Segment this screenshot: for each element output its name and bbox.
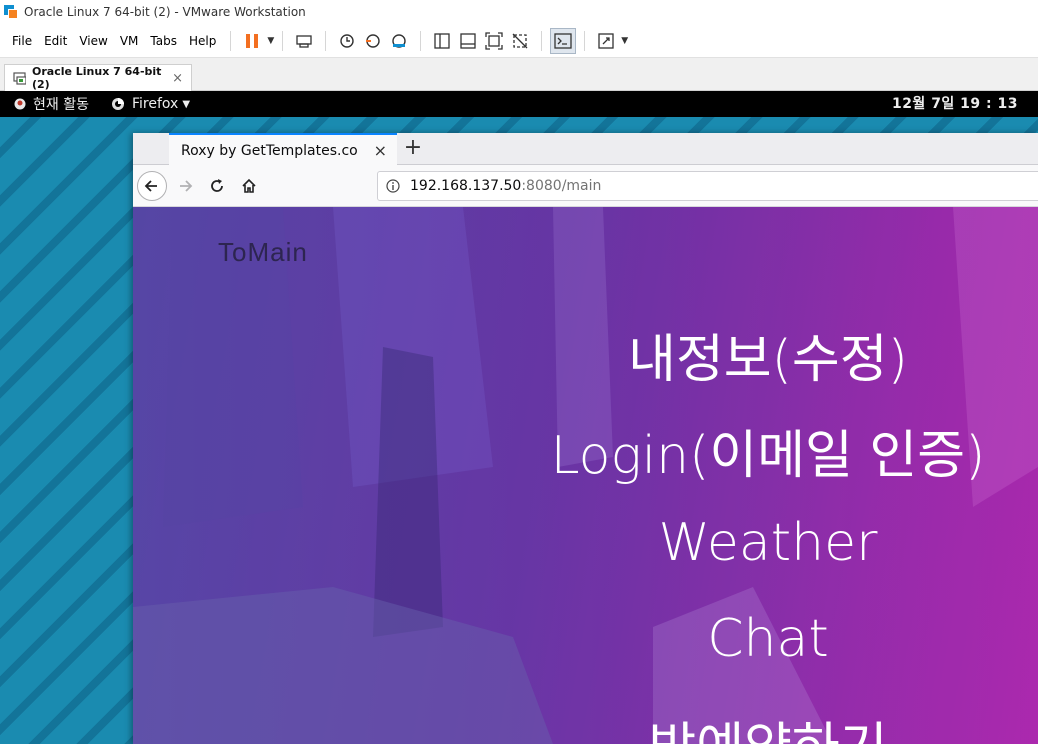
clock[interactable]: 12월 7일 19 : 13	[892, 91, 1018, 117]
info-icon[interactable]	[386, 179, 400, 193]
activities-label: 현재 활동	[33, 97, 89, 113]
revert-icon	[366, 33, 380, 48]
back-arrow-icon	[144, 180, 157, 192]
toolbar-divider	[325, 30, 327, 51]
activities-button[interactable]: 현재 활동	[0, 94, 89, 114]
nav-link-my-info[interactable]: 내정보(수정)	[433, 317, 1038, 392]
pause-button[interactable]	[239, 28, 265, 54]
firefox-icon	[111, 98, 124, 110]
console-view-button[interactable]	[550, 27, 577, 54]
snapshot-manager-button[interactable]	[386, 28, 412, 54]
firefox-window: Roxy by GetTemplates.co × + 192.168.137.…	[133, 133, 1038, 744]
thumbnail-panel-icon	[460, 32, 476, 49]
vmware-menubar: File Edit View VM Tabs Help ▼ ▼	[0, 24, 1038, 58]
menu-vm[interactable]: VM	[114, 34, 145, 48]
stretch-icon	[598, 32, 614, 49]
menu-help[interactable]: Help	[183, 34, 222, 48]
library-panel-icon	[434, 32, 450, 49]
snapshot-manager-icon	[392, 33, 406, 48]
window-title: Oracle Linux 7 64-bit (2) - VMware Works…	[24, 5, 306, 19]
nav-link-room-booking[interactable]: 방예약하기	[433, 705, 1038, 744]
toolbar-divider	[282, 30, 284, 51]
fullscreen-icon	[485, 31, 503, 50]
nav-link-login[interactable]: Login(이메일 인증)	[433, 413, 1038, 488]
vm-tab-label: Oracle Linux 7 64-bit (2)	[32, 65, 162, 91]
brand-link[interactable]: ToMain	[218, 237, 308, 268]
stretch-guest-button[interactable]	[593, 28, 619, 54]
activities-icon	[14, 98, 26, 110]
home-button[interactable]	[234, 171, 264, 201]
snapshot-clock-icon	[340, 33, 354, 48]
send-ctrl-alt-del-button[interactable]	[291, 28, 317, 54]
vm-tab-strip: Oracle Linux 7 64-bit (2) ×	[0, 58, 1038, 91]
forward-arrow-icon	[180, 180, 193, 192]
firefox-tab[interactable]: Roxy by GetTemplates.co ×	[169, 133, 397, 166]
tab-close-icon[interactable]: ×	[374, 141, 387, 160]
nav-link-chat[interactable]: Chat	[433, 609, 1038, 669]
unity-icon	[512, 33, 528, 48]
gnome-top-bar: 현재 활동 Firefox ▼ 12월 7일 19 : 13	[0, 91, 1038, 117]
nav-link-weather[interactable]: Weather	[433, 513, 1038, 573]
back-button[interactable]	[137, 171, 167, 201]
menu-edit[interactable]: Edit	[38, 34, 73, 48]
toolbar-divider	[541, 30, 543, 51]
reload-icon	[211, 179, 223, 192]
console-icon	[554, 32, 572, 49]
url-bar[interactable]: 192.168.137.50:8080/main	[377, 171, 1038, 201]
full-screen-button[interactable]	[481, 28, 507, 54]
power-dropdown-icon[interactable]: ▼	[267, 36, 274, 46]
vm-tab[interactable]: Oracle Linux 7 64-bit (2) ×	[4, 64, 192, 91]
reload-button[interactable]	[202, 171, 232, 201]
vm-tab-close-icon[interactable]: ×	[172, 71, 183, 86]
firefox-tab-bar: Roxy by GetTemplates.co × +	[133, 133, 1038, 166]
thumbnail-bar-button[interactable]	[455, 28, 481, 54]
new-tab-button[interactable]: +	[401, 137, 425, 161]
menu-tabs[interactable]: Tabs	[144, 34, 183, 48]
firefox-nav-bar: 192.168.137.50:8080/main	[133, 165, 1038, 207]
menu-view[interactable]: View	[73, 34, 113, 48]
pause-icon	[246, 33, 259, 48]
toolbar-divider	[584, 30, 586, 51]
unity-button[interactable]	[507, 28, 533, 54]
url-host: 192.168.137.50	[410, 178, 522, 194]
app-menu-dropdown-icon: ▼	[182, 98, 191, 110]
vm-icon	[13, 72, 26, 85]
page-hero: ToMain 내정보(수정) Login(이메일 인증) Weather Cha…	[133, 207, 1038, 744]
home-icon	[242, 178, 256, 193]
keyboard-icon	[296, 34, 312, 48]
stretch-dropdown-icon[interactable]: ▼	[621, 36, 628, 46]
app-name: Firefox	[131, 96, 179, 112]
toolbar-divider	[230, 30, 232, 51]
show-library-button[interactable]	[429, 28, 455, 54]
vmware-title-bar: Oracle Linux 7 64-bit (2) - VMware Works…	[0, 0, 1038, 24]
snapshot-button[interactable]	[334, 28, 360, 54]
tab-title: Roxy by GetTemplates.co	[181, 142, 358, 159]
revert-snapshot-button[interactable]	[360, 28, 386, 54]
toolbar-divider	[420, 30, 422, 51]
app-menu-button[interactable]: Firefox ▼	[111, 96, 190, 112]
url-path: :8080/main	[521, 178, 602, 194]
forward-button[interactable]	[170, 171, 200, 201]
vmware-logo-icon	[4, 5, 18, 19]
menu-file[interactable]: File	[6, 34, 38, 48]
